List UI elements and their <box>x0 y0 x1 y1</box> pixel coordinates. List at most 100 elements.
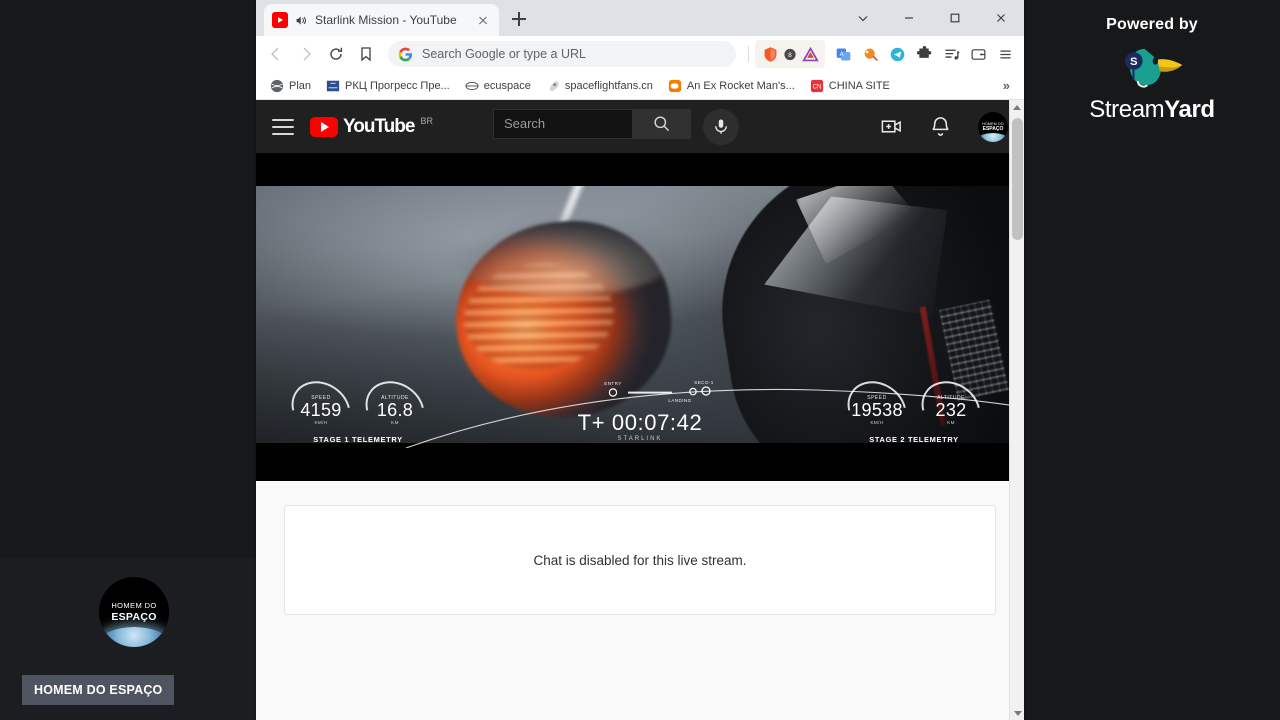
search-icon <box>654 116 670 132</box>
speaker-playing-icon[interactable] <box>295 14 308 27</box>
search-button[interactable] <box>632 108 691 139</box>
ellipse-bookmark-icon <box>465 79 479 93</box>
search-input[interactable]: Search Google or type a URL <box>388 41 736 67</box>
rocket-bookmark-icon <box>546 79 560 93</box>
telegram-extension-icon[interactable] <box>884 41 910 67</box>
video-player[interactable]: ENTRY SECO-1 LANDING SPEED 4159 KM/H ALT… <box>256 153 1024 481</box>
window-controls <box>840 0 1024 36</box>
avatar-line-2: ESPAÇO <box>982 125 1004 132</box>
account-avatar-button[interactable]: HOMEM DO ESPAÇO <box>978 111 1008 142</box>
engine-bell-rim <box>452 216 677 296</box>
create-video-button[interactable] <box>880 115 903 138</box>
scrollbar-thumb[interactable] <box>1012 118 1023 240</box>
puzzle-extensions-icon[interactable] <box>911 41 937 67</box>
streamyard-wordmark: StreamYard <box>1089 96 1215 124</box>
bookmark-label: CHINA SITE <box>828 79 890 92</box>
avatar-line-2: ESPAÇO <box>111 611 157 623</box>
cnsa-bookmark-icon: CN <box>810 79 824 93</box>
omnibox-placeholder-text: Search Google or type a URL <box>422 47 586 61</box>
bookmark-rkc-progress[interactable]: РКЦ Прогресс Пре... <box>320 76 456 96</box>
playlist-extension-icon[interactable] <box>938 41 964 67</box>
translate-extension-icon[interactable]: A <box>830 41 856 67</box>
youtube-masthead: YouTube BR Search HOMEM DO ESPAÇO <box>256 100 1024 153</box>
wallet-icon[interactable] <box>965 41 991 67</box>
extension-icons: 8 A <box>755 40 1018 68</box>
youtube-logo[interactable]: YouTube BR <box>310 116 433 137</box>
presenter-name-label: HOMEM DO ESPAÇO <box>22 675 175 705</box>
browser-tab[interactable]: Starlink Mission - YouTube <box>264 4 499 36</box>
new-tab-button[interactable] <box>505 5 533 33</box>
maximize-button[interactable] <box>932 0 978 36</box>
hamburger-menu-icon[interactable] <box>272 118 294 135</box>
bookmark-ecuspace[interactable]: ecuspace <box>459 76 537 96</box>
forward-arrow-icon[interactable] <box>292 40 320 68</box>
scroll-down-arrow-icon[interactable] <box>1010 705 1024 720</box>
create-video-icon <box>881 120 901 133</box>
wordmark-first: Stream <box>1089 96 1165 123</box>
voice-search-button[interactable] <box>702 108 739 145</box>
bookmark-label: An Ex Rocket Man's... <box>686 79 795 92</box>
svg-text:8: 8 <box>788 51 792 58</box>
brave-shields-icon[interactable] <box>757 41 783 67</box>
close-icon[interactable] <box>475 12 491 28</box>
video-frame <box>256 186 1024 443</box>
browser-titlebar: Starlink Mission - YouTube <box>256 0 1024 36</box>
streamyard-branding: Powered by S StreamYard <box>1024 0 1280 160</box>
page-scrollbar[interactable] <box>1009 100 1024 720</box>
paint-extension-icon[interactable] <box>857 41 883 67</box>
toolbar-divider <box>748 46 749 62</box>
bookmark-spaceflightfans[interactable]: spaceflightfans.cn <box>540 76 659 96</box>
duck-icon: S <box>1125 48 1183 88</box>
google-g-icon <box>398 47 413 61</box>
chat-disabled-message: Chat is disabled for this live stream. <box>533 552 747 568</box>
brave-shield-counter-icon[interactable]: 8 <box>783 41 797 67</box>
powered-by-label: Powered by <box>1106 16 1198 33</box>
svg-text:A: A <box>839 51 843 57</box>
brave-group: 8 <box>755 40 825 68</box>
bookmark-label: РКЦ Прогресс Пре... <box>345 79 450 92</box>
globe-bookmark-icon <box>270 79 284 93</box>
presenter-tile: HOMEM DO ESPAÇO HOMEM DO ESPAÇO <box>0 558 256 720</box>
tab-strip: Starlink Mission - YouTube <box>256 0 533 36</box>
notifications-button[interactable] <box>929 115 952 138</box>
youtube-country-code: BR <box>420 116 433 126</box>
bookmark-ex-rocket-man[interactable]: An Ex Rocket Man's... <box>662 76 801 96</box>
avatar: HOMEM DO ESPAÇO <box>99 577 169 647</box>
masthead-right-actions: HOMEM DO ESPAÇO <box>880 111 1008 142</box>
youtube-favicon <box>272 12 288 28</box>
browser-toolbar: Search Google or type a URL 8 A <box>256 36 1024 72</box>
youtube-play-icon <box>310 117 338 137</box>
browser-menu-icon[interactable] <box>992 41 1018 67</box>
bookmark-icon[interactable] <box>352 40 380 68</box>
close-window-button[interactable] <box>978 0 1024 36</box>
microphone-icon <box>715 119 727 134</box>
scroll-up-arrow-icon[interactable] <box>1010 100 1024 115</box>
search-input[interactable]: Search <box>492 108 633 139</box>
bookmarks-bar: Plan РКЦ Прогресс Пре... ecuspace spacef… <box>256 72 1024 100</box>
svg-text:S: S <box>1130 56 1138 68</box>
wordmark-second: Yard <box>1164 96 1215 123</box>
bookmarks-overflow-button[interactable]: » <box>997 78 1016 93</box>
svg-text:CN: CN <box>812 83 821 90</box>
bookmark-plan[interactable]: Plan <box>264 76 317 96</box>
browser-window: Starlink Mission - YouTube Search Google… <box>256 0 1024 720</box>
avatar-line-1: HOMEM DO <box>111 601 157 610</box>
site-bookmark-icon <box>326 79 340 93</box>
bookmark-label: Plan <box>289 79 312 92</box>
minimize-button[interactable] <box>886 0 932 36</box>
chat-panel: Chat is disabled for this live stream. <box>284 505 996 615</box>
brave-rewards-triangle-icon[interactable] <box>797 41 823 67</box>
page-content-below-player: Chat is disabled for this live stream. <box>256 481 1024 720</box>
tab-search-button[interactable] <box>840 0 886 36</box>
bookmark-label: ecuspace <box>483 79 531 92</box>
page-viewport: YouTube BR Search HOMEM DO ESPAÇO ENTRY … <box>256 100 1024 720</box>
bookmark-china-site[interactable]: CN CHINA SITE <box>804 76 896 96</box>
earth-horizon-icon <box>978 132 1008 142</box>
earth-horizon-icon <box>99 627 169 647</box>
youtube-logo-text: YouTube <box>343 116 415 137</box>
blogger-bookmark-icon <box>668 79 682 93</box>
tab-title: Starlink Mission - YouTube <box>315 13 457 27</box>
back-arrow-icon[interactable] <box>262 40 290 68</box>
youtube-search: Search <box>492 108 739 145</box>
reload-icon[interactable] <box>322 40 350 68</box>
